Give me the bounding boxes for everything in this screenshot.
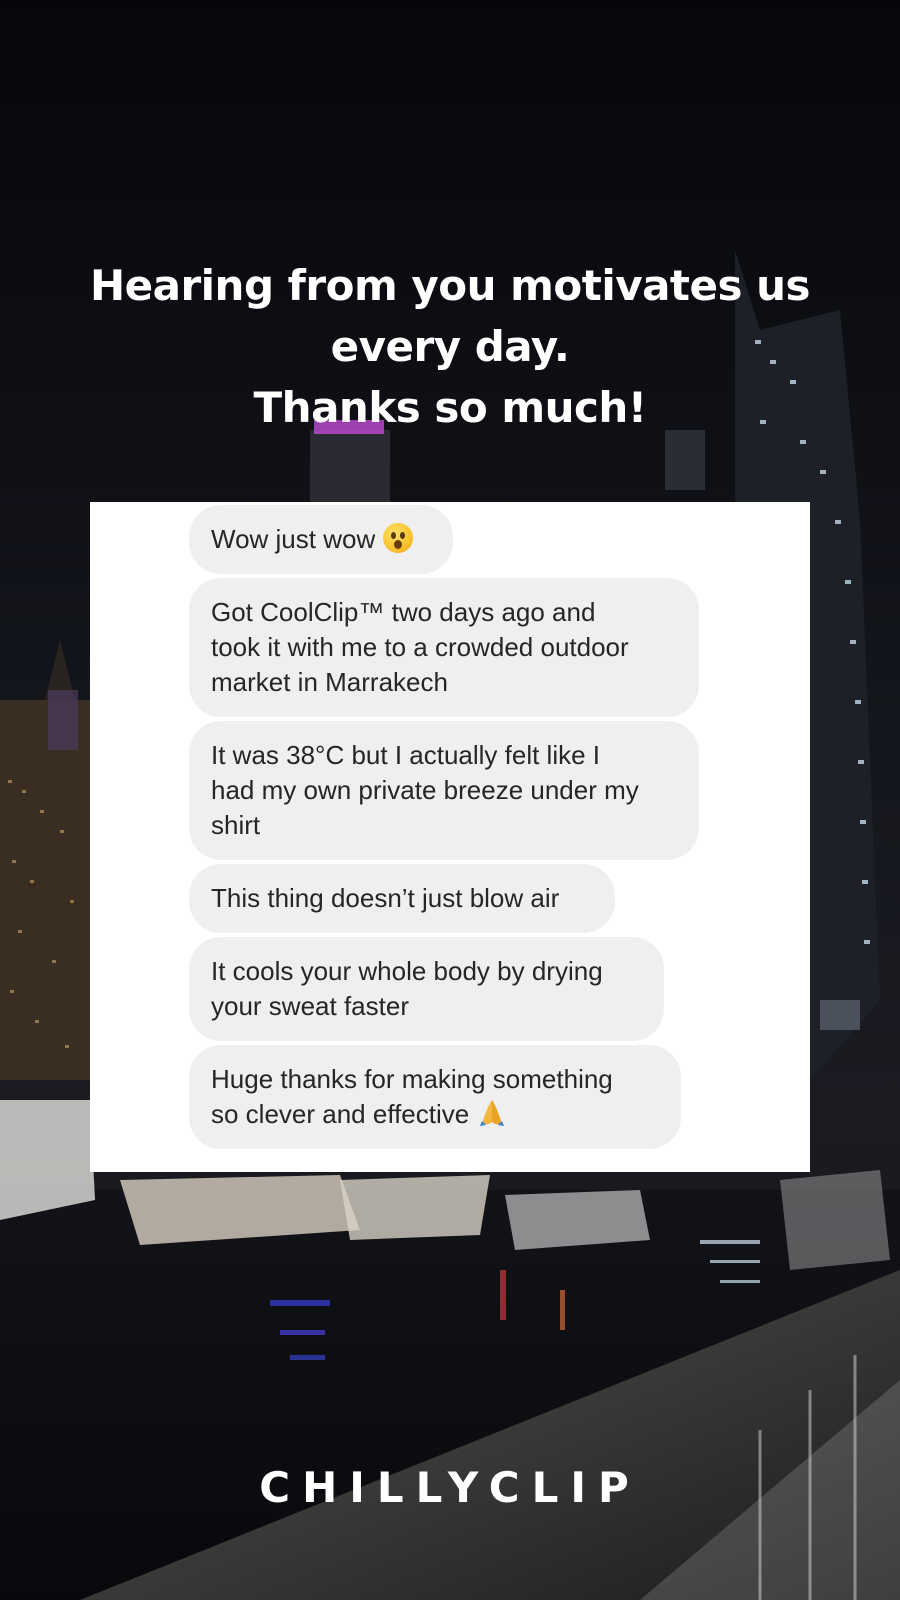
- message-text: This thing doesn’t just blow air: [211, 883, 560, 913]
- message-line: It cools your whole body by drying: [211, 956, 603, 986]
- message-line: market in Marrakech: [211, 667, 448, 697]
- message-line: took it with me to a crowded outdoor: [211, 632, 629, 662]
- headline: Hearing from you motivates us every day.…: [40, 255, 860, 438]
- headline-line-2: every day.: [330, 322, 570, 371]
- message-line: Got CoolClip™ two days ago and: [211, 597, 596, 627]
- testimonial-page: Hearing from you motivates us every day.…: [0, 0, 900, 1600]
- headline-line-1: Hearing from you motivates us: [89, 261, 811, 310]
- folded-hands-icon: [480, 1099, 505, 1126]
- message-bubble: Wow just wow: [189, 505, 453, 574]
- message-bubble: It was 38°C but I actually felt like I h…: [189, 721, 699, 860]
- message-bubble: This thing doesn’t just blow air: [189, 864, 615, 933]
- brand-logo: CHILLYCLIP: [259, 1463, 641, 1512]
- message-bubble: Got CoolClip™ two days ago and took it w…: [189, 578, 699, 717]
- message-line: Huge thanks for making something: [211, 1064, 613, 1094]
- message-line: It was 38°C but I actually felt like I: [211, 740, 601, 770]
- message-bubble: It cools your whole body by drying your …: [189, 937, 664, 1041]
- message-line: had my own private breeze under my: [211, 775, 639, 805]
- message-line: so clever and effective: [211, 1099, 470, 1129]
- message-text: Wow just wow: [211, 524, 376, 554]
- message-line: your sweat faster: [211, 991, 409, 1021]
- chat-screenshot-card: Wow just wow Got CoolClip™ two days ago …: [90, 502, 810, 1172]
- message-line: shirt: [211, 810, 261, 840]
- message-bubble: Huge thanks for making something so clev…: [189, 1045, 681, 1149]
- headline-line-3: Thanks so much!: [253, 383, 647, 432]
- astonished-face-icon: [383, 522, 414, 553]
